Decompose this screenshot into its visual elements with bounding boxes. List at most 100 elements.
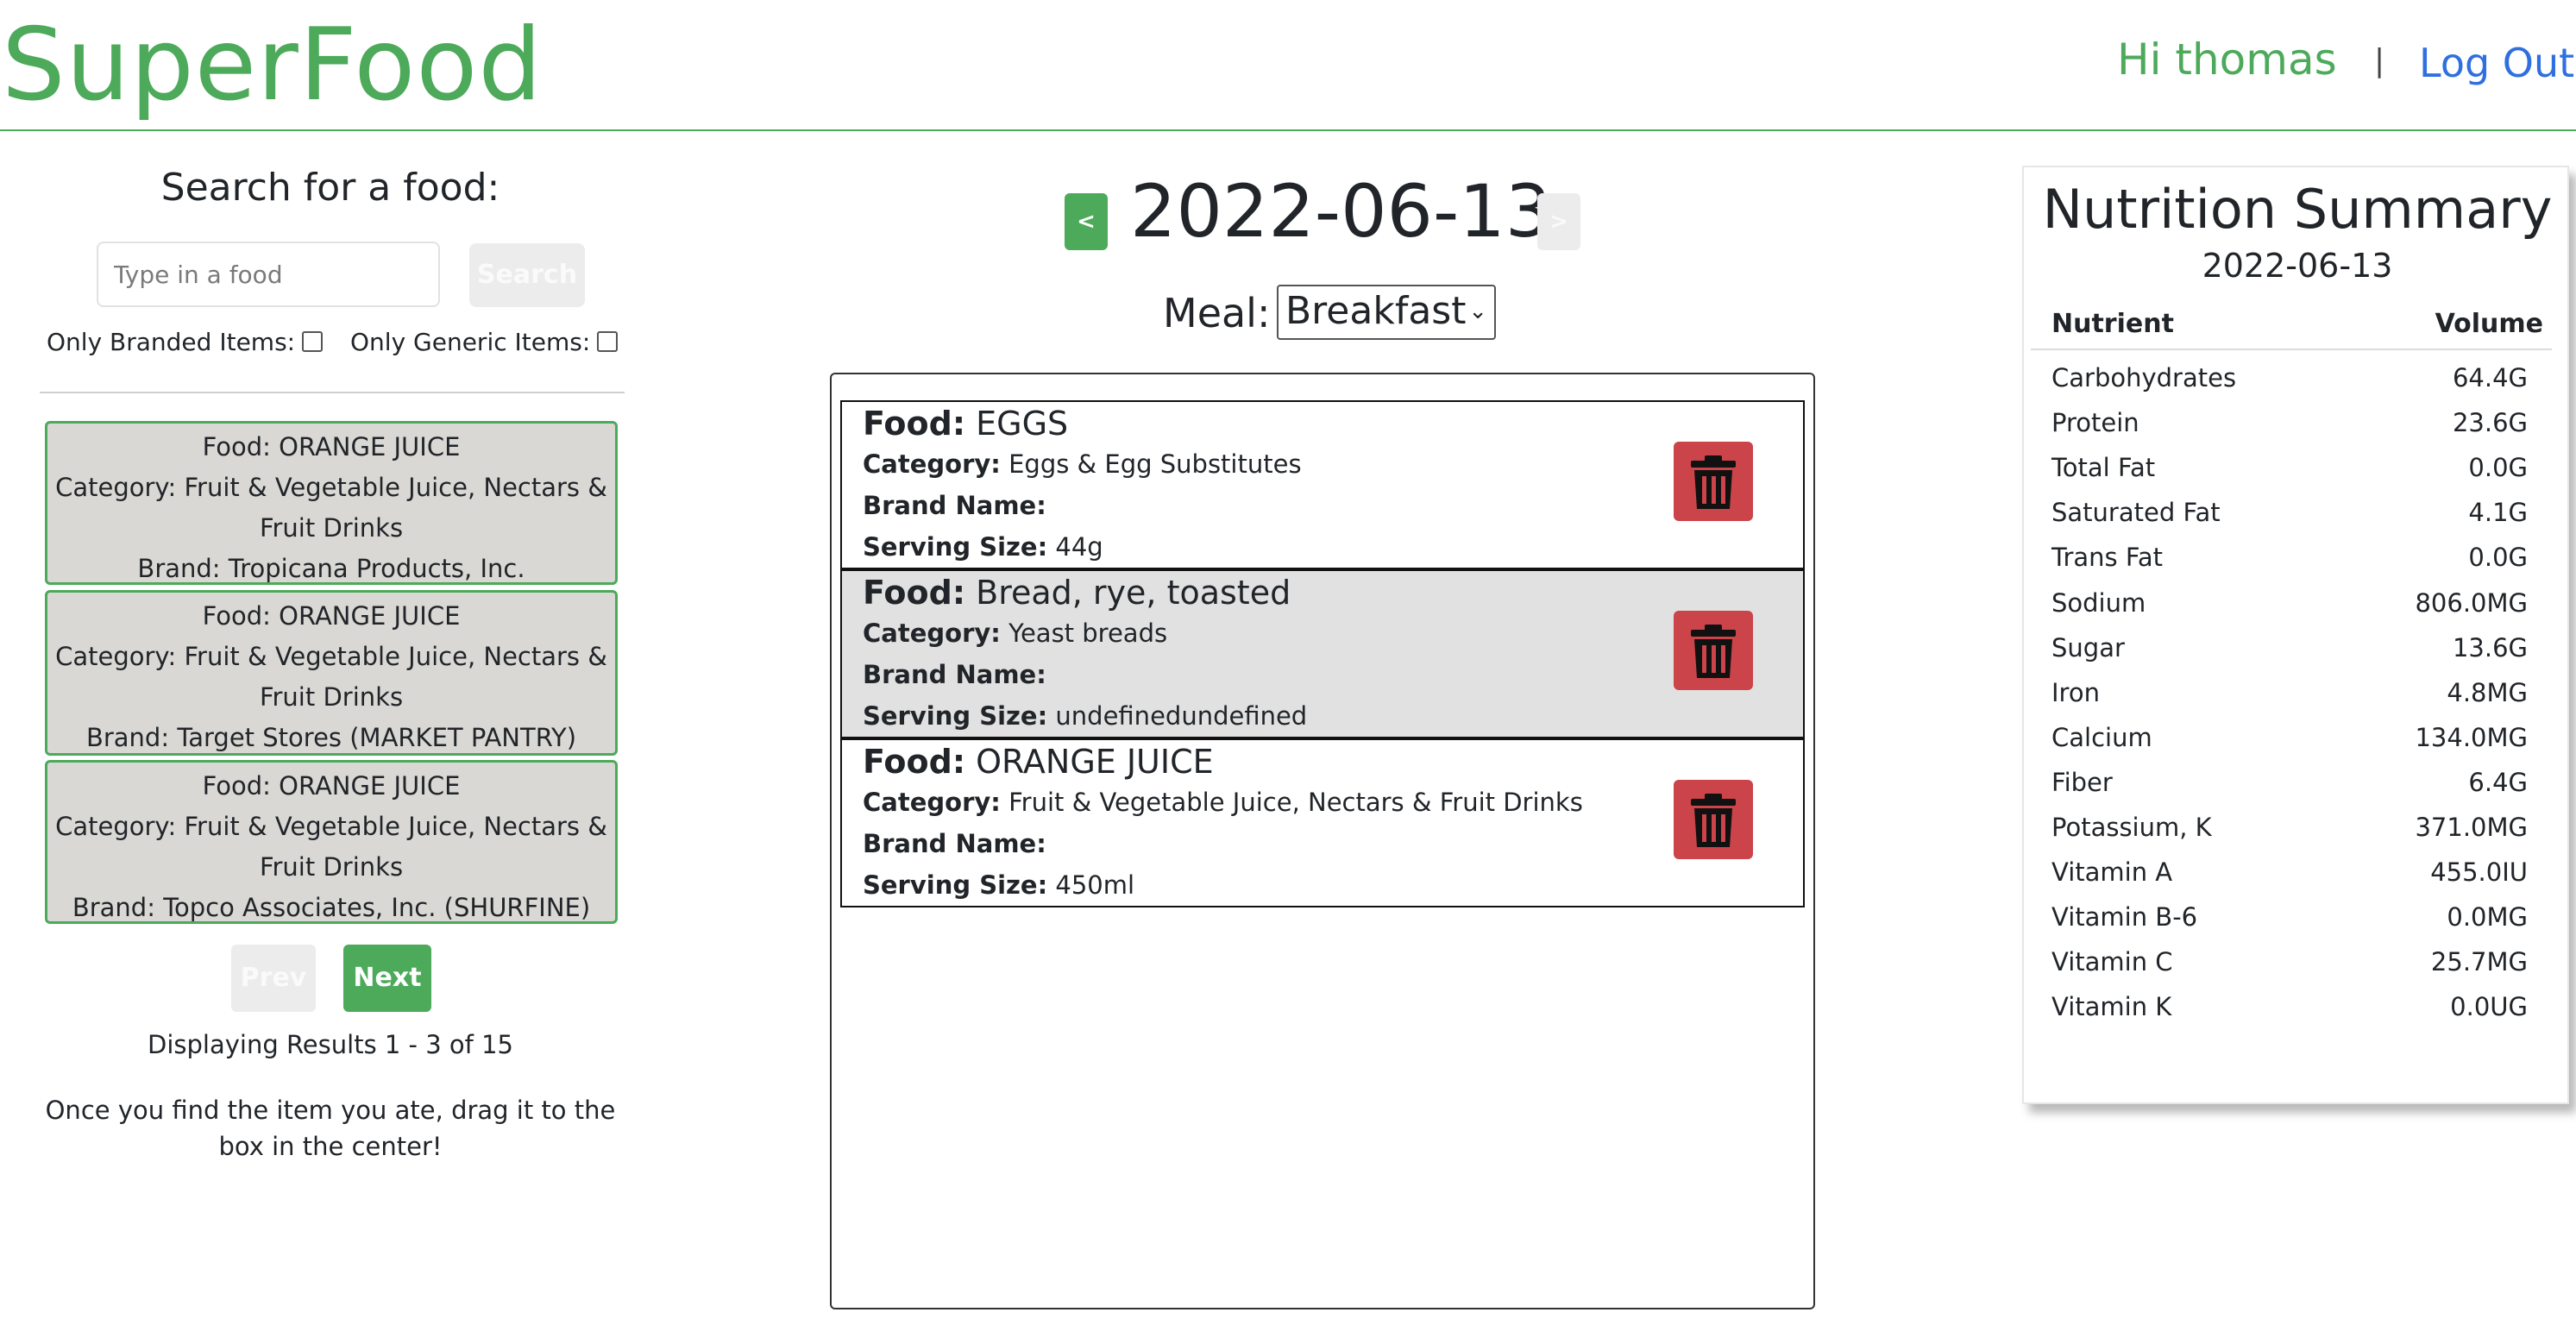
serving-label: Serving Size: (863, 532, 1048, 562)
search-result-card[interactable]: Food: ORANGE JUICE Category: Fruit & Veg… (45, 590, 618, 756)
nutrition-date: 2022-06-13 (2202, 247, 2393, 285)
nutrient-name: Trans Fat (2051, 543, 2164, 573)
nutrition-title: Nutrition Summary (2042, 178, 2553, 241)
result-category-cont: Fruit Drinks (259, 852, 404, 882)
nutrient-name: Saturated Fat (2051, 498, 2221, 528)
nutrient-volume: 23.6G (2452, 408, 2528, 438)
serving-label: Serving Size: (863, 701, 1048, 731)
nutrient-volume: 0.0G (2468, 453, 2528, 483)
brand-label: Brand Name: (863, 491, 1046, 520)
only-branded-checkbox[interactable] (302, 331, 324, 352)
food-category: Yeast breads (1008, 619, 1168, 648)
nutrition-row: Potassium, K 371.0MG (2051, 805, 2528, 850)
food-serving: 450ml (1055, 870, 1135, 900)
nutrition-row: Sodium 806.0MG (2051, 581, 2528, 625)
prev-page-button[interactable]: Prev (231, 945, 316, 1012)
nutrient-name: Vitamin K (2051, 992, 2172, 1022)
nutrition-row: Vitamin B-6 0.0MG (2051, 895, 2528, 939)
serving-label: Serving Size: (863, 870, 1048, 900)
nutrition-row: Fiber 6.4G (2051, 760, 2528, 805)
nutrition-row: Total Fat 0.0G (2051, 445, 2528, 490)
nutrient-volume: 13.6G (2452, 632, 2528, 662)
nutrient-name: Total Fat (2051, 453, 2156, 483)
search-title: Search for a food: (160, 166, 500, 210)
nutrient-name: Protein (2051, 408, 2139, 438)
header-separator: | (2374, 43, 2385, 78)
result-food: Food: ORANGE JUICE (202, 601, 461, 631)
next-day-button[interactable]: > (1537, 193, 1580, 250)
delete-button[interactable] (1674, 780, 1753, 859)
nutrient-name: Vitamin B-6 (2051, 902, 2198, 933)
nutrient-volume: 806.0MG (2415, 587, 2528, 618)
trash-icon (1691, 455, 1736, 509)
nutrition-row: Vitamin K 0.0UG (2051, 984, 2528, 1029)
nutrient-name: Calcium (2051, 722, 2152, 752)
nutrition-row: Protein 23.6G (2051, 400, 2528, 445)
search-result-card[interactable]: Food: ORANGE JUICE Category: Fruit & Veg… (45, 760, 618, 924)
search-button[interactable]: Search (469, 243, 585, 307)
chevron-down-icon: ⌄ (1468, 298, 1487, 324)
food-name: EGGS (976, 405, 1069, 443)
result-category-cont: Fruit Drinks (259, 513, 404, 543)
nutrient-name: Potassium, K (2051, 813, 2212, 842)
result-food: Food: ORANGE JUICE (202, 432, 461, 462)
food-category: Fruit & Vegetable Juice, Nectars & Fruit… (1008, 788, 1583, 817)
result-brand: Brand: Tropicana Products, Inc. (137, 554, 525, 583)
food-name: Bread, rye, toasted (976, 574, 1291, 612)
nutrient-volume: 25.7MG (2430, 947, 2528, 977)
logout-link[interactable]: Log Out (2419, 40, 2574, 86)
result-brand: Brand: Target Stores (MARKET PANTRY) (85, 723, 577, 752)
meal-select[interactable]: Breakfast ⌄ (1277, 285, 1496, 340)
food-serving: 44g (1055, 532, 1103, 562)
only-generic-label: Only Generic Items: (350, 328, 591, 356)
nutrient-volume: 134.0MG (2415, 722, 2528, 752)
delete-button[interactable] (1674, 611, 1753, 690)
nutrient-volume: 4.1G (2468, 498, 2528, 528)
meal-food-item: Food: Bread, rye, toasted Category: Yeas… (840, 569, 1805, 738)
food-label: Food: (863, 405, 966, 443)
app-header: SuperFood Hi thomas | Log Out (0, 0, 2576, 131)
search-result-card[interactable]: Food: ORANGE JUICE Category: Fruit & Veg… (45, 421, 618, 585)
food-category: Eggs & Egg Substitutes (1008, 449, 1302, 479)
brand-label: Brand Name: (863, 660, 1046, 689)
result-food: Food: ORANGE JUICE (202, 771, 461, 801)
nutrient-volume: 6.4G (2468, 767, 2528, 797)
nutrition-row: Trans Fat 0.0G (2051, 535, 2528, 580)
food-label: Food: (863, 574, 966, 612)
nutrient-name: Sugar (2051, 632, 2125, 662)
nutrient-name: Carbohydrates (2051, 363, 2237, 392)
nutrient-column-header: Nutrient (2051, 309, 2174, 339)
meal-label: Meal: (1163, 290, 1271, 336)
nutrient-volume: 0.0G (2468, 543, 2528, 573)
nutrition-summary-panel: Nutrition Summary 2022-06-13 Nutrient Vo… (2022, 166, 2569, 1104)
only-generic-checkbox[interactable] (597, 331, 619, 352)
delete-button[interactable] (1674, 442, 1753, 521)
meal-food-item: Food: EGGS Category: Eggs & Egg Substitu… (840, 400, 1805, 569)
only-generic-filter: Only Generic Items: (350, 328, 619, 356)
next-page-button[interactable]: Next (343, 945, 431, 1012)
category-label: Category: (863, 449, 1001, 479)
category-label: Category: (863, 619, 1001, 648)
nutrient-name: Iron (2051, 677, 2100, 707)
previous-day-button[interactable]: < (1065, 193, 1108, 250)
nutrition-row: Calcium 134.0MG (2051, 715, 2528, 760)
trash-icon (1691, 625, 1736, 678)
food-name: ORANGE JUICE (976, 743, 1214, 781)
nutrient-volume: 0.0UG (2450, 992, 2528, 1022)
meal-drop-zone[interactable]: Food: EGGS Category: Eggs & Egg Substitu… (830, 373, 1815, 1309)
app-logo[interactable]: SuperFood (2, 5, 543, 126)
food-serving: undefinedundefined (1055, 701, 1308, 731)
food-label: Food: (863, 743, 966, 781)
meal-food-item: Food: ORANGE JUICE Category: Fruit & Veg… (840, 738, 1805, 907)
search-divider (40, 392, 625, 393)
nutrient-volume: 371.0MG (2415, 813, 2528, 842)
search-input[interactable] (97, 242, 440, 307)
nutrition-row: Saturated Fat 4.1G (2051, 490, 2528, 535)
nutrient-volume: 4.8MG (2447, 677, 2528, 707)
result-brand: Brand: Topco Associates, Inc. (SHURFINE) (72, 893, 591, 922)
nutrient-name: Fiber (2051, 767, 2113, 797)
result-category: Category: Fruit & Vegetable Juice, Necta… (55, 642, 607, 671)
volume-column-header: Volume (2435, 309, 2543, 339)
trash-icon (1691, 794, 1736, 847)
nutrient-volume: 0.0MG (2447, 902, 2528, 933)
